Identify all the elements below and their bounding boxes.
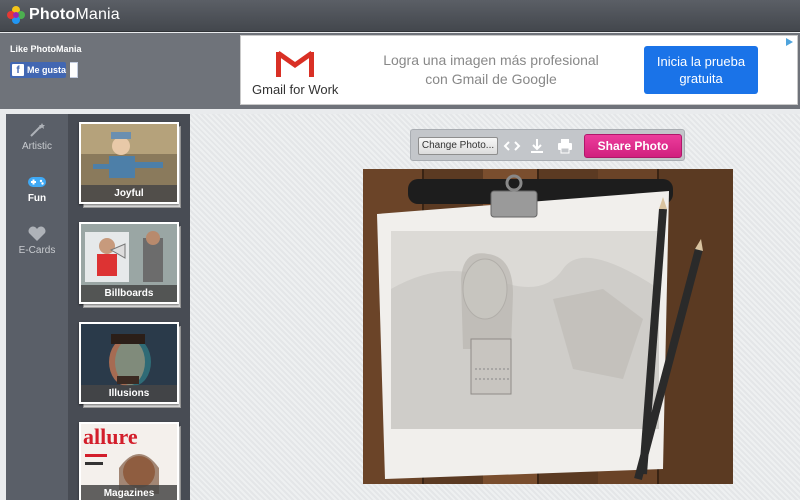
nav-item-ecards[interactable]: E-Cards: [6, 226, 68, 256]
start-trial-button[interactable]: Inicia la prueba gratuita: [644, 46, 758, 94]
heart-icon: [28, 226, 46, 241]
effect-thumbnails: Joyful Billboards Illusions allure Magaz…: [68, 114, 190, 500]
result-photo: [363, 169, 733, 484]
nav-item-fun[interactable]: Fun: [6, 174, 68, 204]
share-photo-button[interactable]: Share Photo: [584, 134, 682, 158]
photomania-logo[interactable]: PhotoMania: [6, 5, 120, 25]
thumbnail-caption: Magazines: [81, 485, 177, 500]
change-photo-button[interactable]: Change Photo...: [418, 137, 498, 155]
ad-brand: Gmail for Work: [252, 82, 339, 97]
editor-canvas: Change Photo... Share Photo: [190, 114, 800, 500]
thumbnail-illusions[interactable]: Illusions: [79, 322, 181, 408]
facebook-like-button[interactable]: f Me gusta: [10, 62, 66, 78]
promo-strip: Like PhotoMania f Me gusta Gmail for Wor…: [0, 33, 800, 109]
ad-headline: Logra una imagen más profesional con Gma…: [383, 52, 599, 87]
logo-text: PhotoMania: [29, 6, 120, 23]
thumbnail-joyful[interactable]: Joyful: [79, 122, 181, 208]
gamepad-icon: [28, 177, 46, 187]
thumbnail-magazines[interactable]: allure Magazines: [79, 422, 181, 500]
thumbnail-billboards[interactable]: Billboards: [79, 222, 181, 308]
thumbnail-caption: Billboards: [81, 285, 177, 302]
flower-logo-icon: [7, 6, 25, 24]
gmail-ad-banner[interactable]: Gmail for Work Logra una imagen más prof…: [240, 35, 798, 105]
thumbnail-caption: Joyful: [81, 185, 177, 202]
like-label: Like PhotoMania: [10, 44, 82, 54]
embed-icon[interactable]: [503, 137, 521, 155]
nav-item-artistic[interactable]: Artistic: [6, 122, 68, 152]
magazine-cover-title: allure: [83, 424, 138, 449]
top-bar: PhotoMania: [0, 0, 800, 32]
facebook-icon: f: [12, 64, 24, 76]
gmail-icon: [275, 50, 315, 78]
category-sidebar: Artistic Fun E-Cards: [6, 114, 68, 500]
thumbnail-caption: Illusions: [81, 385, 177, 402]
photo-toolbar: Change Photo... Share Photo: [410, 129, 685, 161]
nav-label-ecards: E-Cards: [18, 245, 56, 256]
facebook-like-count: [70, 62, 78, 78]
nav-label-fun: Fun: [27, 193, 47, 204]
facebook-like-label: Me gusta: [27, 65, 67, 75]
nav-label-artistic: Artistic: [22, 141, 52, 152]
adchoices-icon[interactable]: [784, 37, 794, 47]
print-icon[interactable]: [556, 137, 574, 155]
download-icon[interactable]: [528, 137, 546, 155]
magic-wand-icon: [30, 123, 45, 137]
